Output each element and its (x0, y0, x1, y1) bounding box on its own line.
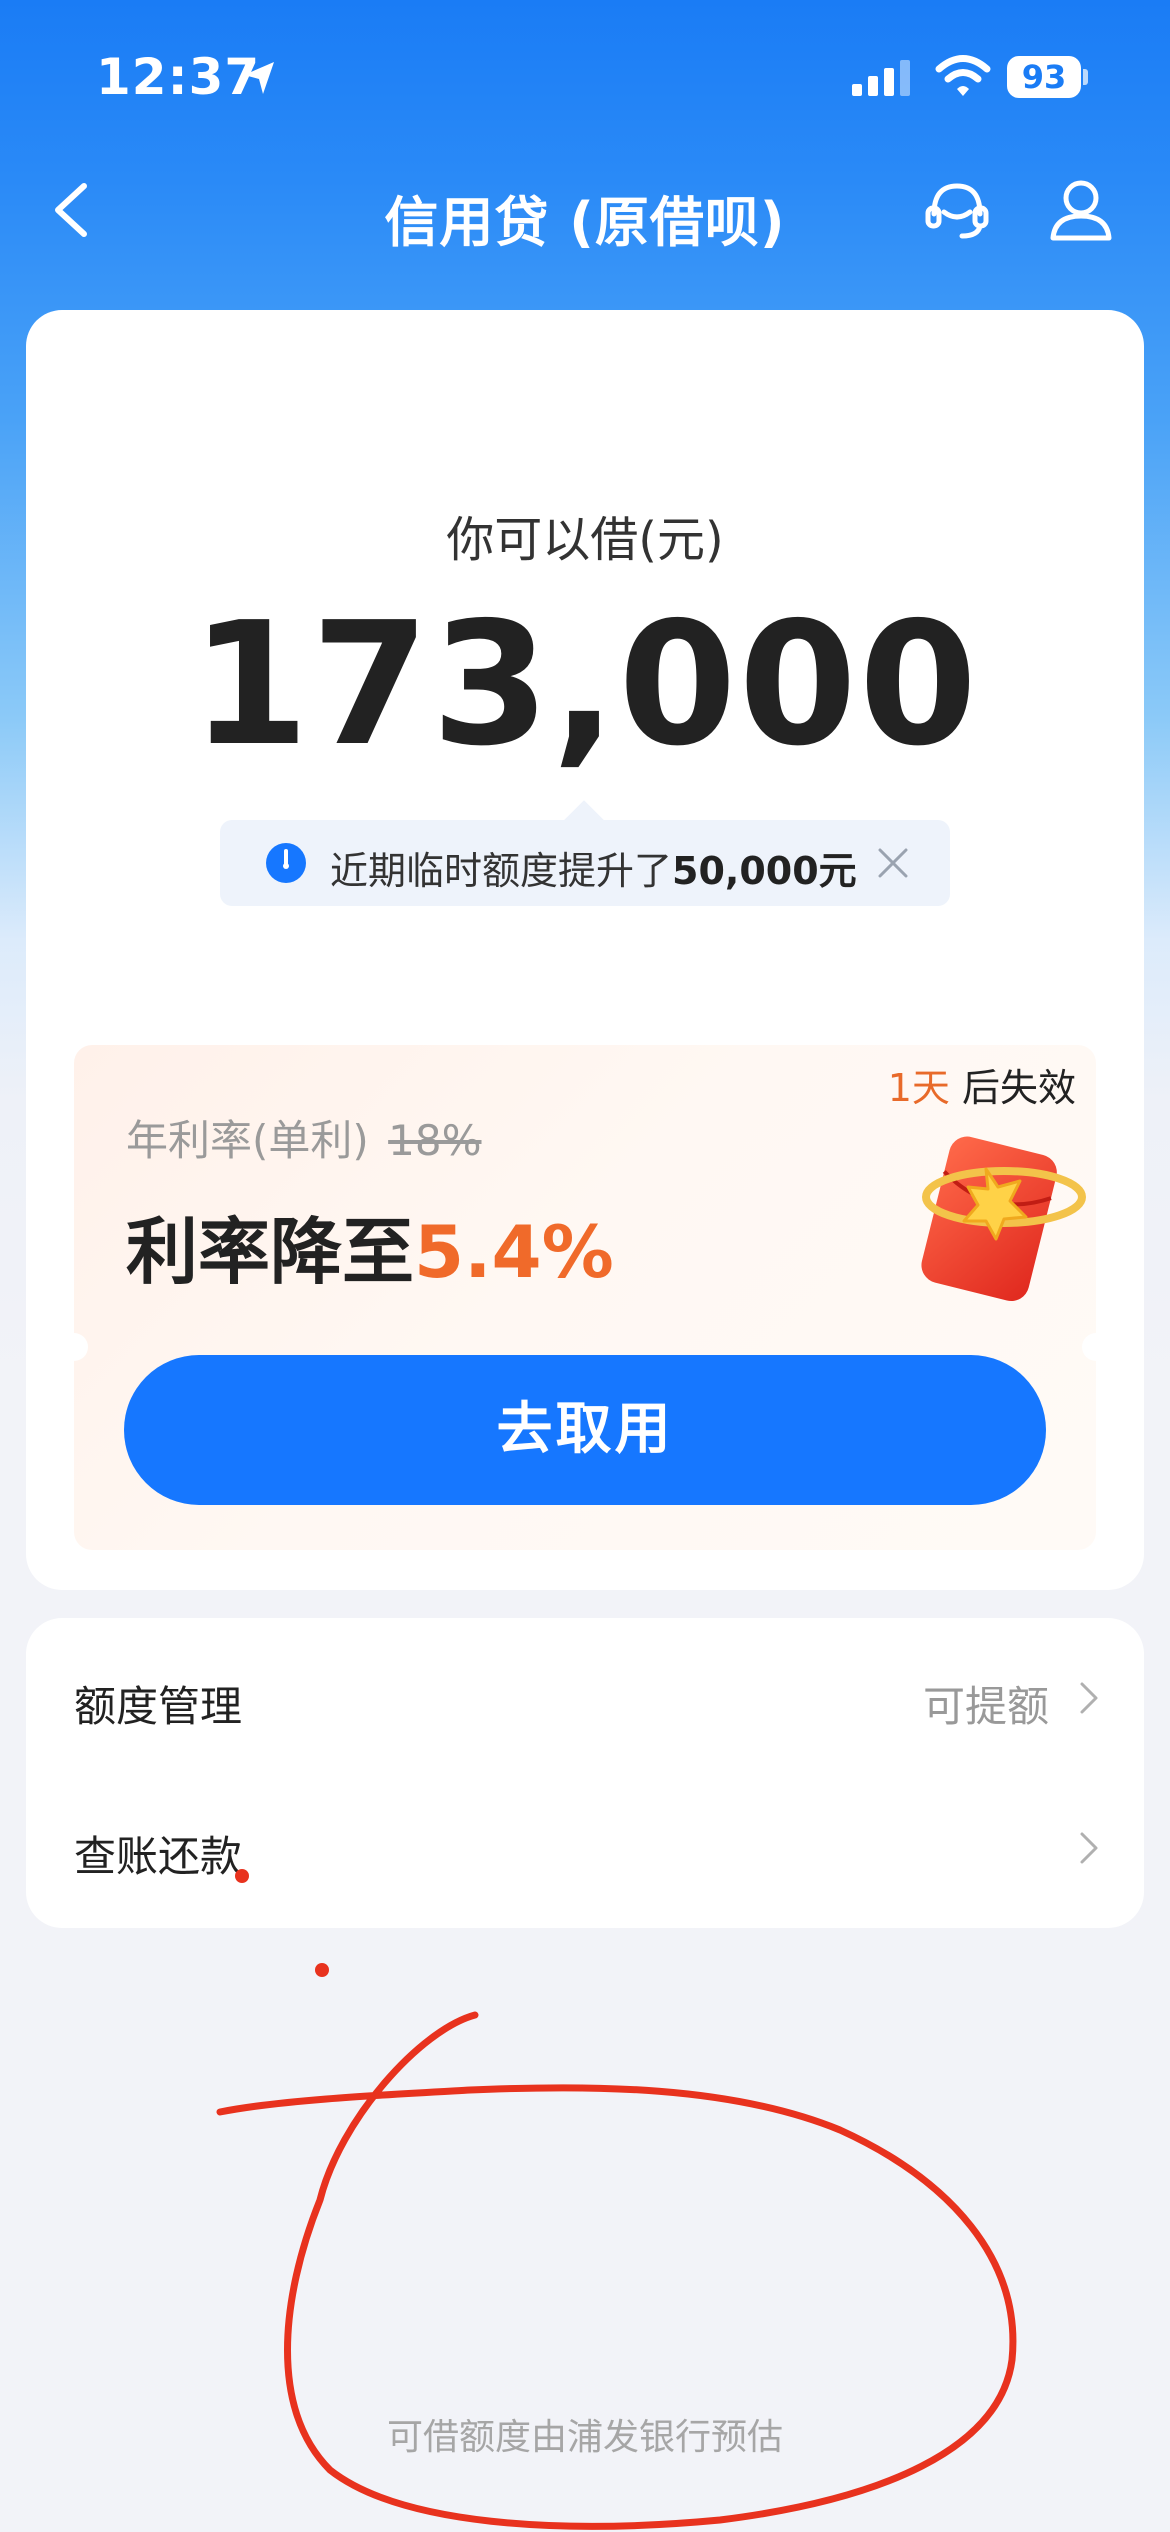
customer-service-icon[interactable] (922, 176, 992, 246)
new-rate: 5.4% (414, 1210, 614, 1294)
chevron-right-icon (1080, 1832, 1098, 1864)
promo-notch-right (1082, 1333, 1096, 1361)
rate-promo-card: 1天 后失效 年利率(单利) 18% 利率降至5.4% 去取用 (74, 1045, 1096, 1550)
promo-notch-left (74, 1333, 88, 1361)
menu-item-label: 额度管理 (74, 1682, 243, 1731)
notice-amount: 50,000元 (672, 849, 857, 893)
status-time: 12:37 (96, 48, 261, 106)
user-icon[interactable] (1045, 174, 1117, 246)
status-bar: 12:37 93 (0, 0, 1170, 150)
promo-expiry: 1天 后失效 (887, 1066, 1076, 1110)
close-icon[interactable] (874, 844, 912, 882)
expiry-days: 1天 (887, 1066, 950, 1110)
limit-notice-bar: 近期临时额度提升了50,000元 (220, 820, 950, 906)
old-rate: 18% (388, 1116, 482, 1165)
wifi-icon (935, 55, 991, 96)
page-title: 信用贷 (原借呗) (384, 191, 786, 254)
rate-label: 年利率(单利) 18% (126, 1116, 482, 1165)
notice-text: 近期临时额度提升了50,000元 (330, 849, 857, 893)
location-arrow-icon (244, 62, 274, 94)
signal-icon (852, 60, 910, 96)
borrow-label: 你可以借(元) (446, 512, 724, 568)
borrow-amount: 173,000 (190, 586, 980, 784)
menu-item-label: 查账还款 (74, 1832, 243, 1881)
battery-cap (1083, 69, 1088, 85)
footer-disclaimer: 可借额度由浦发银行预估 (386, 2417, 783, 2458)
nav-bar: 信用贷 (原借呗) (0, 160, 1170, 260)
menu-item-bill-repayment[interactable]: 查账还款 (26, 1773, 1144, 1923)
menu-item-limit-management[interactable]: 额度管理 可提额 (26, 1623, 1144, 1773)
rate-headline: 利率降至5.4% (126, 1210, 614, 1294)
battery-indicator: 93 (1007, 56, 1088, 98)
use-rate-button[interactable]: 去取用 (124, 1355, 1046, 1505)
menu-card: 额度管理 可提额 查账还款 (26, 1618, 1144, 1928)
credit-card-panel: 你可以借(元) 173,000 近期临时额度提升了50,000元 1天 后失效 … (26, 310, 1144, 1590)
chevron-right-icon (1080, 1682, 1098, 1714)
red-packet-icon (921, 1136, 1086, 1302)
clock-icon (266, 843, 306, 883)
battery-level: 93 (1007, 56, 1081, 98)
menu-item-value: 可提额 (922, 1682, 1049, 1731)
